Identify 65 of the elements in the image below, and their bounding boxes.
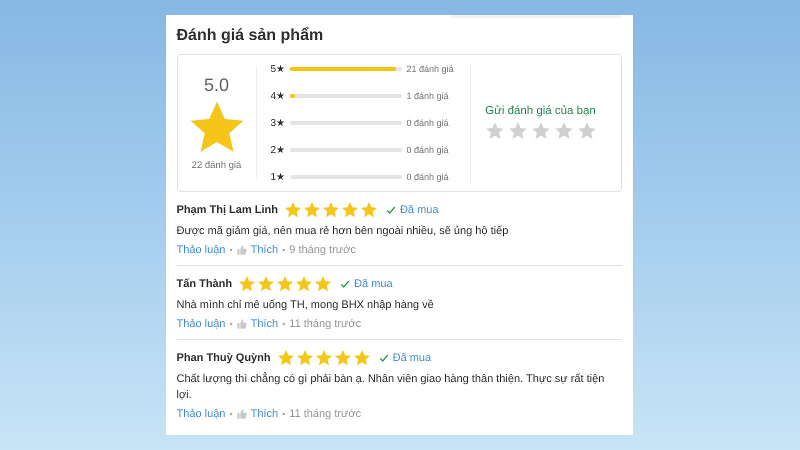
reviewer-name: Phan Thuỳ Quỳnh bbox=[176, 352, 271, 364]
star-icon bbox=[238, 275, 256, 293]
star-level-label: 1★ bbox=[270, 171, 286, 183]
discuss-link[interactable]: Thảo luận bbox=[176, 244, 226, 256]
star-icon bbox=[284, 201, 302, 219]
rating-bar-count: 21 đánh giá bbox=[406, 64, 454, 74]
thumbs-up-icon bbox=[236, 409, 247, 419]
like-link[interactable]: Thích bbox=[250, 244, 278, 256]
star-icon bbox=[334, 349, 352, 367]
star-level-label: 4★ bbox=[270, 90, 286, 102]
rating-bar-count: 0 đánh giá bbox=[406, 172, 449, 182]
review-time: 11 tháng trước bbox=[289, 408, 362, 420]
separator-dot: • bbox=[229, 409, 233, 419]
separator-dot: • bbox=[229, 245, 233, 255]
discuss-link[interactable]: Thảo luận bbox=[176, 408, 226, 420]
star-icon bbox=[296, 349, 314, 367]
like-link[interactable]: Thích bbox=[250, 408, 278, 420]
rating-count: 22 đánh giá bbox=[192, 160, 242, 171]
submit-review-label: Gửi đánh giá của bạn bbox=[485, 105, 596, 117]
star-icon[interactable] bbox=[508, 121, 528, 141]
separator-dot: • bbox=[282, 409, 286, 419]
star-level-label: 5★ bbox=[270, 63, 286, 75]
star-icon bbox=[295, 275, 314, 293]
separator-dot: • bbox=[282, 245, 286, 255]
star-icon[interactable] bbox=[530, 121, 550, 141]
separator-dot: • bbox=[282, 319, 286, 329]
star-icon bbox=[276, 349, 295, 367]
like-link[interactable]: Thích bbox=[250, 318, 278, 330]
star-icon bbox=[340, 201, 359, 219]
star-icon bbox=[314, 275, 332, 293]
star-icon bbox=[257, 275, 276, 293]
discuss-link[interactable]: Thảo luận bbox=[176, 318, 226, 330]
thumbs-up-icon bbox=[236, 245, 247, 255]
star-level-label: 2★ bbox=[270, 144, 286, 156]
section-title: Đánh giá sản phẩm bbox=[176, 26, 324, 46]
separator-dot: • bbox=[229, 319, 233, 329]
average-rating: 5.0 bbox=[204, 75, 230, 96]
purchased-label: Đã mua bbox=[354, 278, 393, 290]
purchased-label: Đã mua bbox=[392, 352, 432, 364]
star-picker[interactable] bbox=[484, 121, 596, 141]
star-icon bbox=[352, 349, 371, 367]
review-time: 11 tháng trước bbox=[289, 318, 362, 330]
star-level-label: 3★ bbox=[270, 117, 286, 129]
review-text: Được mã giảm giá, nên mua rẻ hơn bên ngoài nhiều, sẽ ủng hộ tiếp bbox=[176, 224, 510, 239]
star-icon bbox=[360, 201, 378, 219]
review-time: 9 tháng trước bbox=[289, 244, 356, 256]
reviewer-name: Tấn Thành bbox=[176, 278, 232, 290]
rating-bar-count: 0 đánh giá bbox=[406, 118, 449, 128]
star-icon bbox=[302, 201, 321, 219]
star-icon bbox=[314, 349, 333, 367]
check-icon bbox=[378, 353, 389, 363]
star-icon[interactable] bbox=[484, 121, 504, 141]
review-text: Nhà mình chỉ mê uống TH, mong BHX nhập hàng về bbox=[176, 298, 435, 313]
review-text: Chất lượng thì chẳng có gì phải bàn ạ. Nhân viên giao hàng thân thiện. Thực sự rất tiện lợi. bbox=[176, 371, 606, 403]
star-icon[interactable] bbox=[554, 121, 574, 141]
check-icon bbox=[386, 205, 396, 215]
rating-bar-count: 0 đánh giá bbox=[406, 145, 449, 155]
purchased-label: Đã mua bbox=[400, 204, 438, 216]
check-icon bbox=[340, 279, 350, 289]
rating-bar-count: 1 đánh giá bbox=[406, 91, 449, 101]
thumbs-up-icon bbox=[236, 319, 247, 329]
star-icon bbox=[322, 201, 340, 219]
star-icon bbox=[276, 275, 294, 293]
reviewer-name: Phạm Thị Lam Linh bbox=[176, 204, 278, 216]
star-icon[interactable] bbox=[576, 121, 596, 141]
